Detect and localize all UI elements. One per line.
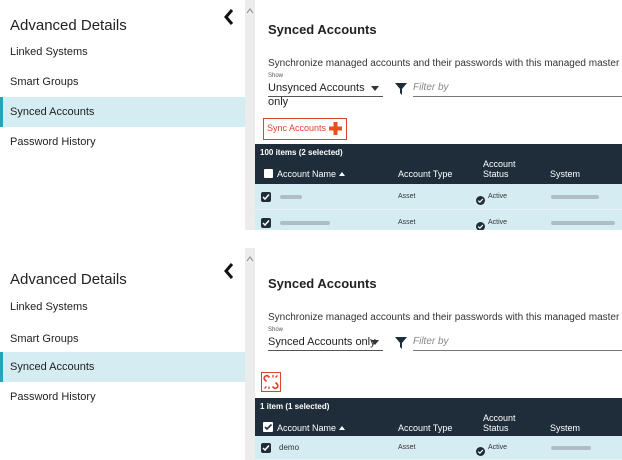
scrollbar[interactable] — [245, 248, 255, 460]
table-header: 1 item (1 selected) Account Name Account… — [255, 398, 622, 436]
show-select-value: Unsynced Accounts only — [268, 82, 365, 108]
column-account-status[interactable]: Account Status — [483, 159, 516, 179]
show-select[interactable]: Unsynced Accounts only — [268, 81, 383, 108]
scroll-up-icon[interactable] — [246, 250, 254, 262]
collapse-chevron-icon[interactable] — [222, 6, 236, 28]
column-account-name-label: Account Name — [277, 169, 337, 179]
column-status-line2: Status — [483, 423, 509, 433]
scrollbar[interactable] — [245, 0, 255, 230]
collapse-chevron-icon[interactable] — [222, 260, 236, 282]
column-system[interactable]: System — [550, 423, 580, 433]
unsync-accounts-button[interactable] — [261, 372, 281, 392]
show-select-value: Synced Accounts only — [268, 336, 376, 348]
column-status-line1: Account — [483, 159, 516, 169]
sidebar-item-synced-accounts[interactable]: Synced Accounts — [0, 97, 245, 127]
sidebar-title: Advanced Details — [10, 271, 127, 288]
sync-accounts-label: Sync Accounts — [267, 123, 327, 133]
chevron-down-icon — [371, 86, 379, 91]
column-account-type[interactable]: Account Type — [398, 169, 452, 179]
table-header: 100 items (2 selected) Account Name Acco… — [255, 144, 622, 184]
check-circle-icon — [476, 443, 485, 456]
scroll-up-icon[interactable] — [246, 2, 254, 14]
filter-input[interactable]: Filter by — [413, 335, 622, 351]
redacted-system — [551, 195, 599, 199]
sidebar-item-linked-systems[interactable]: Linked Systems — [0, 292, 245, 322]
column-account-name[interactable]: Account Name — [277, 169, 346, 179]
filter-icon[interactable] — [395, 82, 407, 95]
sort-asc-icon — [339, 426, 346, 430]
sidebar-item-smart-groups[interactable]: Smart Groups — [0, 67, 245, 97]
chevron-down-icon — [371, 340, 379, 345]
account-type-cell: Asset — [398, 444, 416, 451]
sidebar-item-password-history[interactable]: Password History — [0, 382, 245, 412]
accounts-table: 100 items (2 selected) Account Name Acco… — [255, 144, 622, 230]
sort-asc-icon — [339, 172, 346, 176]
redacted-account-name — [280, 195, 302, 199]
column-account-name[interactable]: Account Name — [277, 423, 346, 433]
account-status-cell: Active — [488, 444, 508, 451]
column-account-status[interactable]: Account Status — [483, 413, 516, 433]
column-status-line1: Account — [483, 413, 516, 423]
main-content: Synced Accounts Synchronize managed acco… — [255, 0, 622, 230]
table-item-count: 100 items (2 selected) — [260, 148, 343, 157]
show-label: Show — [268, 73, 284, 79]
row-checkbox[interactable] — [261, 218, 271, 228]
accounts-table: 1 item (1 selected) Account Name Account… — [255, 398, 622, 460]
sync-accounts-button[interactable]: Sync Accounts — [263, 118, 347, 140]
account-type-cell: Asset — [398, 219, 416, 226]
filter-icon[interactable] — [395, 336, 407, 349]
show-select[interactable]: Synced Accounts only — [268, 335, 383, 351]
select-all-checkbox[interactable] — [264, 169, 273, 178]
page-title: Synced Accounts — [268, 276, 377, 291]
row-checkbox[interactable] — [261, 192, 271, 202]
table-row[interactable]: Asset Active — [255, 210, 622, 230]
column-status-line2: Status — [483, 169, 509, 179]
column-account-name-label: Account Name — [277, 423, 337, 433]
account-type-cell: Asset — [398, 193, 416, 200]
column-account-type[interactable]: Account Type — [398, 423, 452, 433]
sidebar-item-synced-accounts[interactable]: Synced Accounts — [0, 352, 245, 382]
sidebar: Advanced Details Linked Systems Smart Gr… — [0, 0, 245, 230]
panel-unsynced: Advanced Details Linked Systems Smart Gr… — [0, 0, 622, 230]
row-checkbox[interactable] — [261, 443, 271, 453]
select-all-checkbox[interactable] — [263, 422, 273, 432]
broken-link-icon — [263, 374, 279, 390]
redacted-account-name — [280, 221, 330, 225]
table-item-count: 1 item (1 selected) — [260, 402, 330, 411]
table-row[interactable]: Asset Active — [255, 184, 622, 210]
redacted-system — [551, 446, 591, 450]
check-circle-icon — [476, 192, 485, 205]
sidebar-item-password-history[interactable]: Password History — [0, 127, 245, 157]
account-status-cell: Active — [488, 219, 508, 226]
sidebar: Advanced Details Linked Systems Smart Gr… — [0, 230, 245, 460]
page-description: Synchronize managed accounts and their p… — [268, 312, 622, 323]
check-circle-icon — [476, 218, 485, 230]
sidebar-item-smart-groups[interactable]: Smart Groups — [0, 324, 245, 354]
panel-synced: Advanced Details Linked Systems Smart Gr… — [0, 230, 622, 460]
plus-icon — [328, 121, 343, 136]
column-system[interactable]: System — [550, 169, 580, 179]
account-name-cell: demo — [279, 443, 300, 452]
main-content: Synced Accounts Synchronize managed acco… — [255, 230, 622, 460]
show-label: Show — [268, 327, 284, 333]
page-description: Synchronize managed accounts and their p… — [268, 58, 622, 69]
sidebar-title: Advanced Details — [10, 17, 127, 34]
redacted-system — [551, 221, 615, 225]
account-status-cell: Active — [488, 193, 508, 200]
sidebar-item-linked-systems[interactable]: Linked Systems — [0, 37, 245, 67]
page-title: Synced Accounts — [268, 22, 377, 37]
filter-input[interactable]: Filter by — [413, 81, 622, 97]
table-row[interactable]: demo Asset Active — [255, 436, 622, 460]
